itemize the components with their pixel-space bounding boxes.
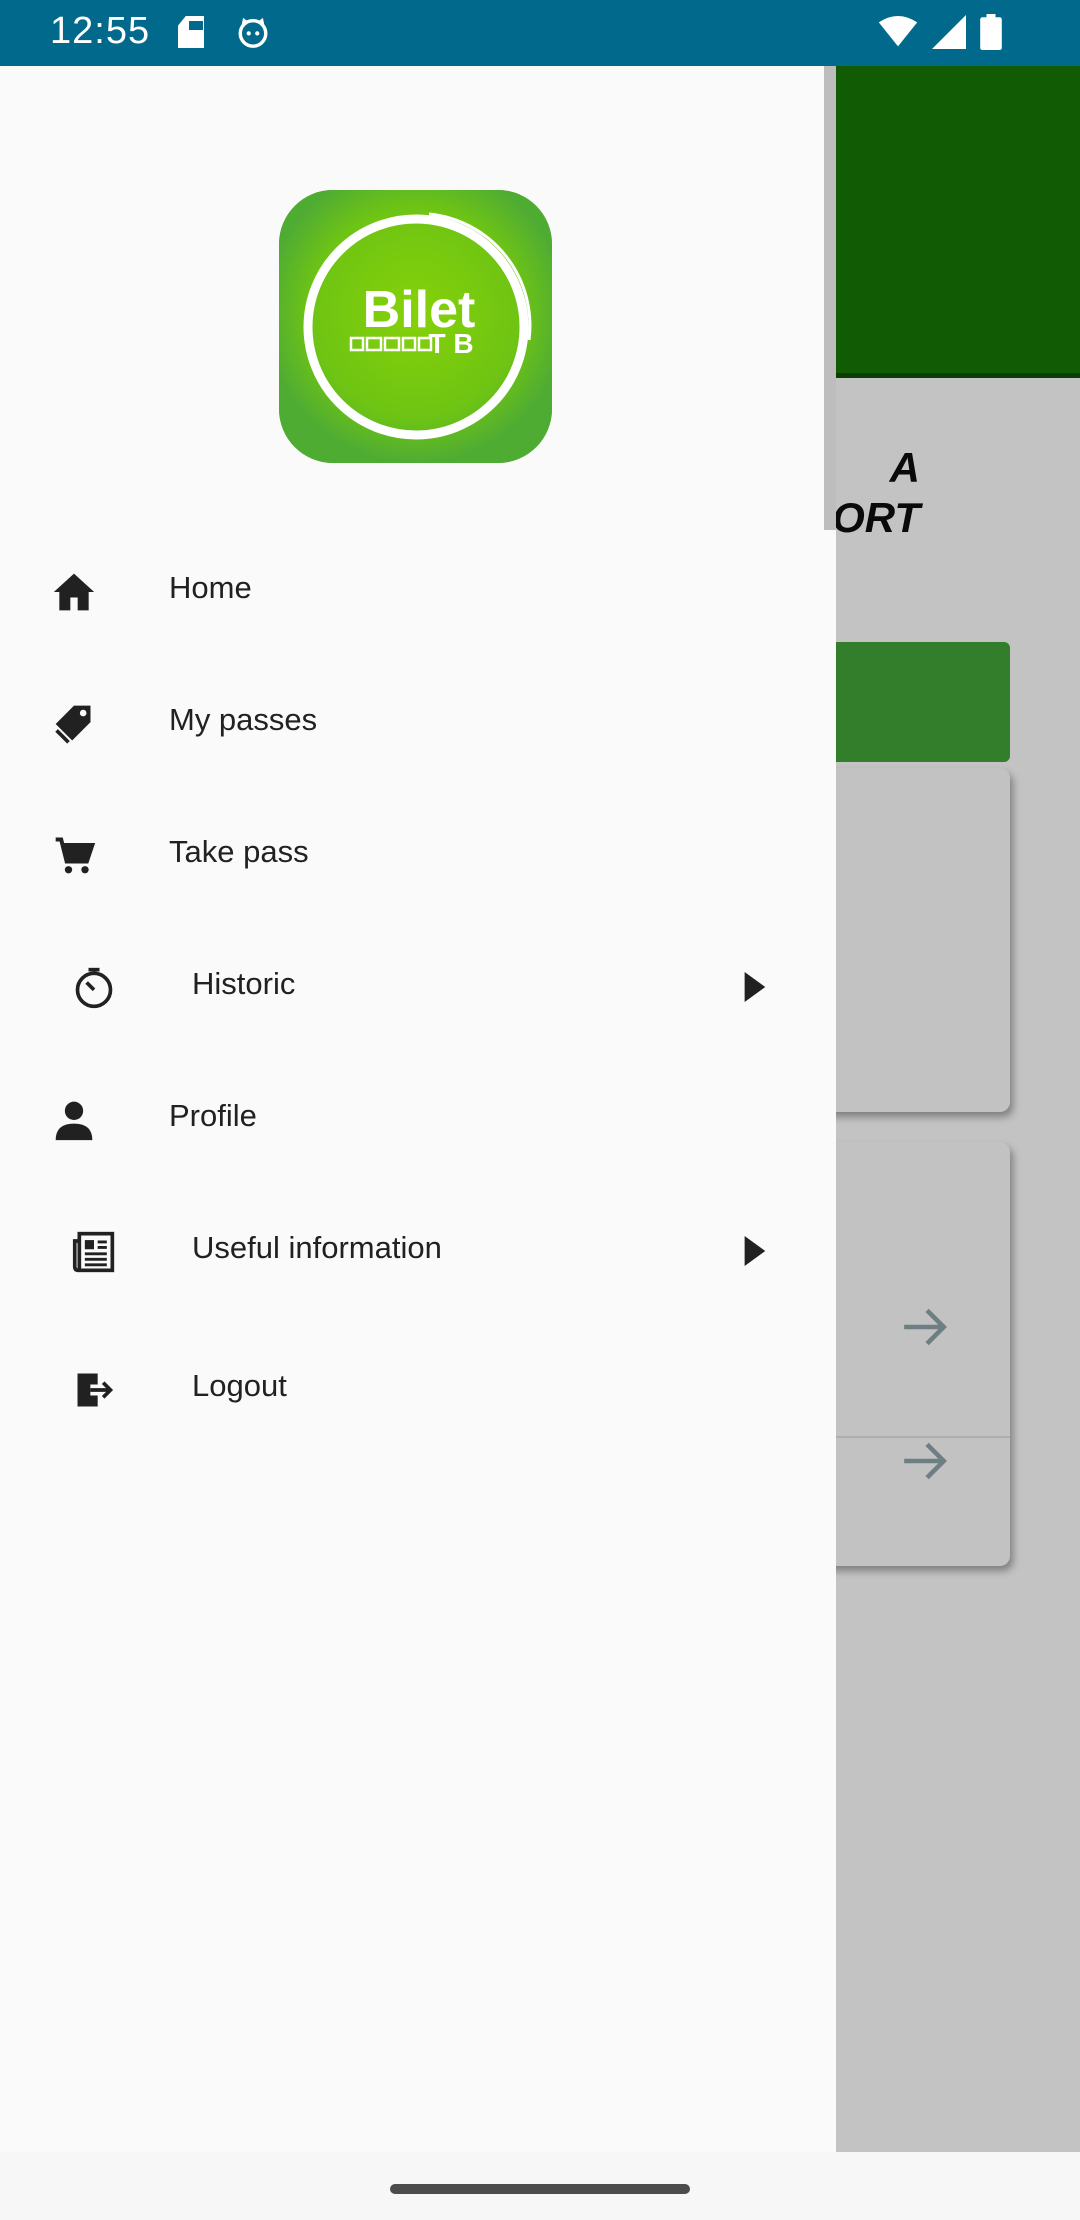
home-gesture-handle[interactable] bbox=[390, 2184, 690, 2194]
caret-right-icon bbox=[744, 972, 766, 1002]
menu-item-home[interactable]: Home bbox=[0, 540, 800, 640]
status-right-icons bbox=[878, 14, 1002, 50]
home-icon bbox=[53, 573, 95, 611]
signal-icon bbox=[932, 15, 966, 49]
menu-item-logout[interactable]: Logout bbox=[0, 1338, 800, 1438]
caret-right-icon bbox=[744, 1236, 766, 1266]
system-navigation-bar bbox=[0, 2152, 1080, 2220]
person-icon bbox=[55, 1101, 93, 1141]
navigation-drawer: Bilet T B Home My passes Take pass Histo… bbox=[0, 66, 836, 2152]
bilet-logo-icon: Bilet T B bbox=[279, 190, 552, 463]
menu-item-label: Logout bbox=[192, 1368, 287, 1403]
wifi-icon bbox=[878, 16, 918, 47]
newspaper-icon bbox=[72, 1231, 115, 1273]
arrow-right-icon bbox=[904, 1308, 947, 1346]
status-time: 12:55 bbox=[50, 10, 151, 52]
status-bar: 12:55 bbox=[0, 0, 1080, 66]
menu-item-label: Take pass bbox=[169, 834, 309, 869]
logo-subtext: T B bbox=[428, 328, 473, 359]
menu-item-my-passes[interactable]: My passes bbox=[0, 672, 800, 772]
menu-item-label: Historic bbox=[192, 966, 296, 1001]
timer-icon bbox=[75, 967, 113, 1009]
menu-item-take-pass[interactable]: Take pass bbox=[0, 804, 800, 904]
menu-item-label: My passes bbox=[169, 702, 318, 737]
logout-icon bbox=[77, 1373, 114, 1407]
drawer-scrollbar[interactable] bbox=[824, 66, 836, 530]
menu-item-useful-information[interactable]: Useful information bbox=[0, 1200, 800, 1300]
tag-icon bbox=[55, 705, 91, 744]
menu-item-historic[interactable]: Historic bbox=[0, 936, 800, 1036]
cart-icon bbox=[55, 837, 96, 874]
sd-card-icon bbox=[178, 16, 204, 48]
menu-item-label: Profile bbox=[169, 1098, 257, 1133]
menu-item-profile[interactable]: Profile bbox=[0, 1068, 800, 1168]
battery-icon bbox=[980, 14, 1002, 50]
menu-item-label: Useful information bbox=[192, 1230, 442, 1265]
app-logo: Bilet T B bbox=[279, 190, 552, 463]
menu-item-label: Home bbox=[169, 570, 252, 605]
cat-icon bbox=[238, 17, 268, 48]
arrow-right-icon bbox=[904, 1442, 947, 1480]
